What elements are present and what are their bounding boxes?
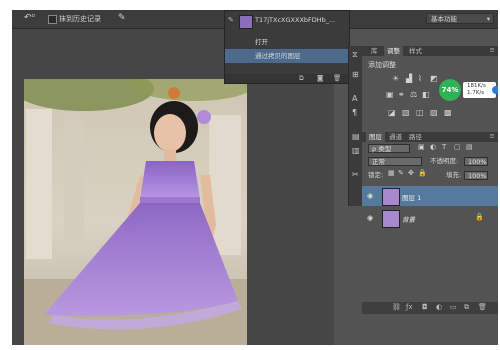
levels-icon[interactable]: ▟ <box>406 74 412 83</box>
pixel-filter-icon[interactable]: ▣ <box>418 143 425 151</box>
erase-to-history-checkbox[interactable] <box>48 15 57 24</box>
tab-styles[interactable]: 样式 <box>406 46 425 56</box>
lock-icon: 🔒 <box>475 213 484 221</box>
brush-settings-icon[interactable]: ✎ <box>118 13 126 23</box>
layers-tabbar: 图层 通道 路径 ≡ <box>362 132 498 142</box>
layer-thumbnail <box>382 210 400 228</box>
history-item-open[interactable]: 打开 <box>225 35 349 49</box>
link-layers-icon[interactable]: ⛓ <box>392 303 401 311</box>
hue-saturation-icon[interactable]: ⚭ <box>398 90 405 99</box>
lock-position-icon[interactable]: ✥ <box>408 169 414 177</box>
history-item-label: 打开 <box>255 38 268 46</box>
color-balance-icon[interactable]: ⚖ <box>410 90 417 99</box>
brightness-icon[interactable]: ☀ <box>392 74 399 83</box>
opacity-field[interactable]: 100% <box>464 157 488 166</box>
blend-mode-dropdown[interactable]: 正常 <box>368 157 422 166</box>
history-footer: ⧉ ◙ 🗑 <box>225 74 349 83</box>
panel-icon-actions[interactable]: ▤ <box>352 132 360 141</box>
lock-all-icon[interactable]: 🔒 <box>418 169 427 177</box>
adjustments-title: 添加调整 <box>368 61 396 69</box>
history-brush-tool-icon[interactable]: ↶ᵒ <box>24 13 38 24</box>
selective-color-icon[interactable]: ▩ <box>444 108 452 117</box>
chevron-down-icon: ▾ <box>486 15 490 23</box>
upload-speed: 181K/s <box>467 83 486 89</box>
group-icon[interactable]: ▭ <box>450 303 457 311</box>
network-monitor-badge[interactable]: 74% <box>439 79 461 101</box>
panel-icon-properties[interactable]: ⊞ <box>352 70 359 79</box>
panel-icon-character[interactable]: A <box>352 94 357 103</box>
panel-dock-strip: ⧖ ⊞ A ¶ ▤ ▥ ✂ <box>348 46 363 206</box>
tab-channels[interactable]: 通道 <box>386 132 405 142</box>
tab-paths[interactable]: 路径 <box>406 132 425 142</box>
panel-icon-info[interactable]: ▥ <box>352 146 360 155</box>
workspace-label: 基本功能 <box>431 15 457 23</box>
adjustments-tabbar: 库 调整 样式 ≡ <box>362 46 498 56</box>
eye-icon[interactable]: ◉ <box>367 214 373 222</box>
layer-name: 背景 <box>402 216 415 224</box>
adjustment-layer-icon[interactable]: ◐ <box>436 303 442 311</box>
shape-filter-icon[interactable]: ▢ <box>454 143 461 151</box>
history-item-layer-via-copy[interactable]: 通过拷贝的图层 <box>225 49 349 63</box>
tab-libraries[interactable]: 库 <box>368 46 381 56</box>
vibrance-icon[interactable]: ▣ <box>386 90 394 99</box>
adjustment-filter-icon[interactable]: ◐ <box>430 143 436 151</box>
lock-label: 锁定: <box>368 171 384 179</box>
invert-icon[interactable]: ◪ <box>388 108 396 117</box>
history-panel: ✎ T17jTXcXGXXXbFDHb_... 打开 通过拷贝的图层 ⧉ ◙ 🗑 <box>224 10 350 84</box>
history-item-label: T17jTXcXGXXXbFDHb_... <box>255 16 336 24</box>
trash-icon[interactable]: 🗑 <box>333 74 341 83</box>
fill-label: 填充: <box>446 171 462 179</box>
smart-filter-icon[interactable]: ▤ <box>466 143 473 151</box>
history-brush-source-icon[interactable]: ✎ <box>228 13 234 27</box>
curves-icon[interactable]: ⌇ <box>418 74 422 83</box>
layer-row[interactable]: ◉ 图层 1 <box>362 186 498 206</box>
history-item-label: 通过拷贝的图层 <box>255 52 301 60</box>
lock-pixels-icon[interactable]: ✎ <box>398 169 404 177</box>
exposure-icon[interactable]: ◩ <box>430 74 438 83</box>
panel-icon-paragraph[interactable]: ¶ <box>352 108 357 117</box>
history-snapshot-row[interactable]: ✎ T17jTXcXGXXXbFDHb_... <box>225 13 349 29</box>
layer-row[interactable]: ◉ 背景 🔒 <box>362 208 498 228</box>
new-layer-icon[interactable]: ⧉ <box>464 303 469 312</box>
gradient-map-icon[interactable]: ▨ <box>430 108 438 117</box>
snapshot-thumbnail <box>239 15 253 29</box>
fill-field[interactable]: 100% <box>464 171 488 180</box>
tab-layers[interactable]: 图层 <box>366 132 385 142</box>
layer-thumbnail <box>382 188 400 206</box>
threshold-icon[interactable]: ◫ <box>416 108 424 117</box>
panel-icon-history[interactable]: ⧖ <box>352 50 358 60</box>
workspace-dropdown[interactable]: 基本功能 ▾ <box>426 13 494 24</box>
panel-menu-icon[interactable]: ≡ <box>490 46 495 54</box>
tab-adjustments[interactable]: 调整 <box>384 46 403 56</box>
layer-style-icon[interactable]: ƒx <box>406 303 413 311</box>
widget-toggle-icon[interactable] <box>492 86 498 94</box>
black-white-icon[interactable]: ◧ <box>422 90 430 99</box>
erase-to-history-label: 抹到历史记录 <box>59 15 101 23</box>
canvas-image[interactable] <box>24 79 247 345</box>
network-speed-widget[interactable]: 181K/s 1.7K/s <box>463 82 498 98</box>
layer-filter-dropdown[interactable]: ρ 类型 <box>368 144 410 153</box>
right-panels: 库 调整 样式 ≡ 添加调整 ☀ ▟ ⌇ ◩ ▣ ⚭ ⚖ ◧ ◪ ▧ ◫ ▨ ▩… <box>362 46 498 345</box>
download-speed: 1.7K/s <box>467 90 485 96</box>
lock-transparency-icon[interactable]: ▦ <box>388 169 395 177</box>
eye-icon[interactable]: ◉ <box>367 192 373 200</box>
panel-menu-icon[interactable]: ≡ <box>490 132 495 140</box>
posterize-icon[interactable]: ▧ <box>402 108 410 117</box>
layers-footer: ⛓ ƒx ◘ ◐ ▭ ⧉ 🗑 <box>362 302 498 314</box>
camera-icon[interactable]: ◙ <box>317 74 323 83</box>
type-filter-icon[interactable]: T <box>442 143 446 151</box>
photoshop-window: ↶ᵒ 抹到历史记录 ✎ 基本功能 ▾ ✎ T17jTXcXGXXXbFDHb_.… <box>12 10 498 345</box>
trash-icon[interactable]: 🗑 <box>478 303 487 311</box>
panel-icon-tools[interactable]: ✂ <box>352 170 359 179</box>
layer-mask-icon[interactable]: ◘ <box>422 303 428 311</box>
new-document-icon[interactable]: ⧉ <box>299 74 304 83</box>
layer-name: 图层 1 <box>402 194 422 202</box>
opacity-label: 不透明度: <box>430 157 459 165</box>
